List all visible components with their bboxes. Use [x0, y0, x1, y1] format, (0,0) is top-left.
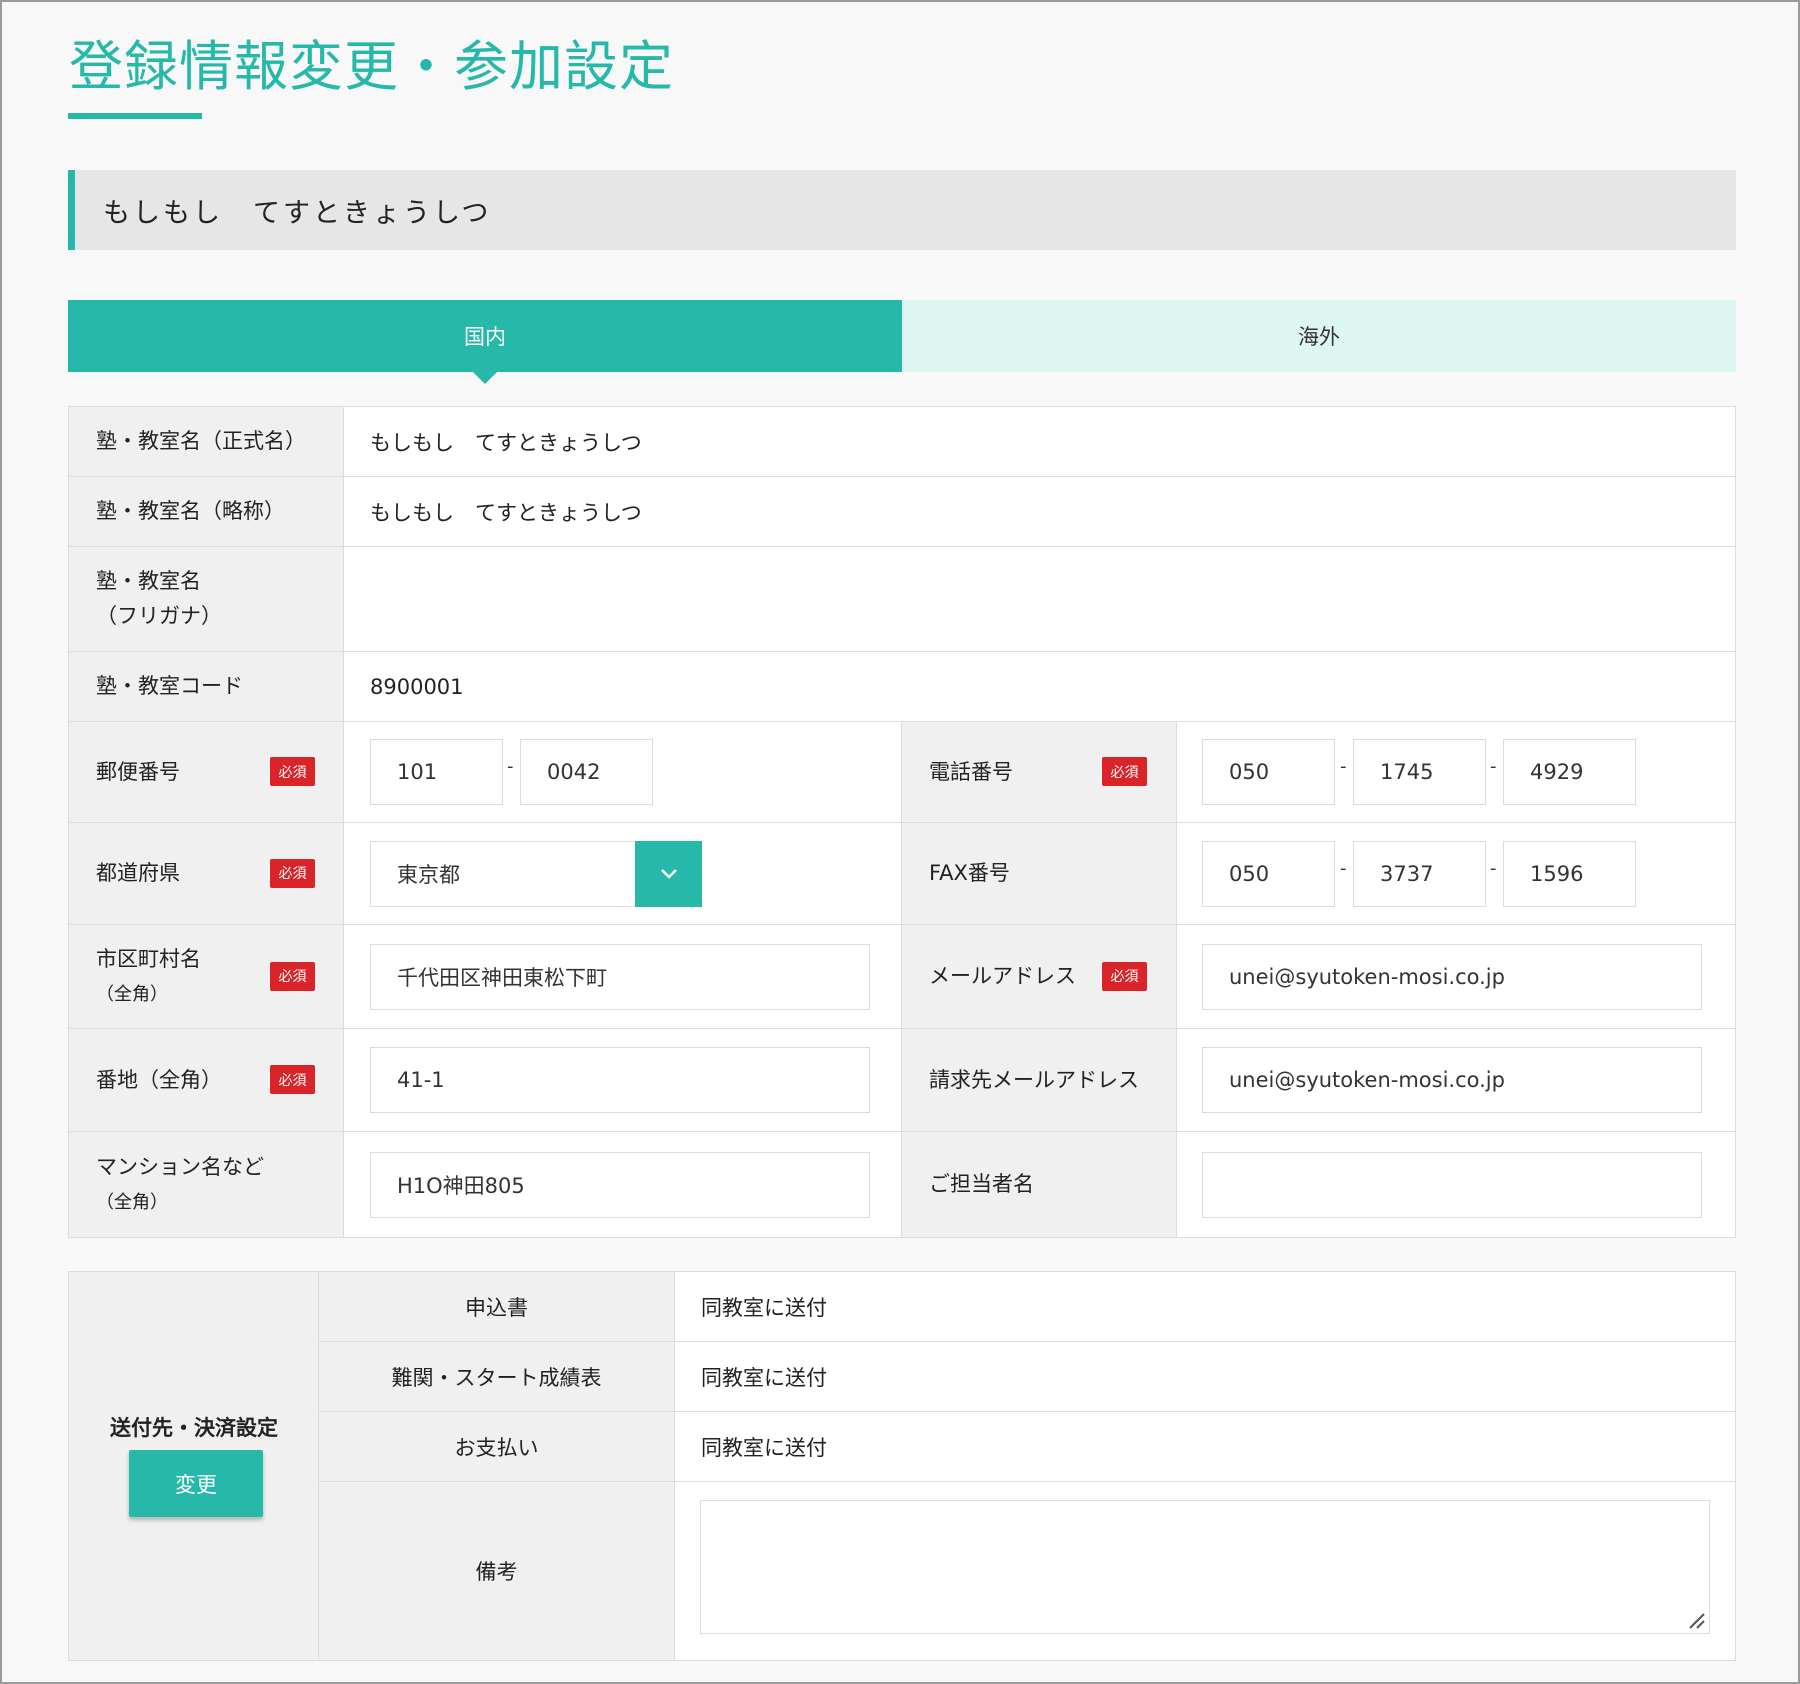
- required-badge: 必須: [270, 961, 315, 991]
- settings-row-payment: お支払い 同教室に送付: [319, 1412, 1735, 1482]
- row-city-email: 市区町村名 （全角） 必須 千代田区神田東松下町 メールアドレス 必須 unei…: [69, 925, 1735, 1029]
- label-building: マンション名など （全角）: [69, 1132, 344, 1237]
- row-official-name: 塾・教室名（正式名） もしもし てすときょうしつ: [69, 407, 1735, 477]
- label-text: 塾・教室コード: [96, 674, 243, 698]
- label-text: 市区町村名 （全角）: [96, 942, 201, 1012]
- memo-textarea[interactable]: [700, 1500, 1710, 1634]
- email-input[interactable]: unei@syutoken-mosi.co.jp: [1202, 943, 1702, 1010]
- label-text: 電話番号: [929, 759, 1013, 784]
- phone-part1-input[interactable]: 050: [1202, 739, 1335, 805]
- label-text: メールアドレス: [929, 964, 1076, 988]
- registration-info-table: 塾・教室名（正式名） もしもし てすときょうしつ 塾・教室名（略称） もしもし …: [68, 406, 1736, 1238]
- delivery-payment-settings: 送付先・決済設定 変更 申込書 同教室に送付 難関・スタート成績表 同教室に送付…: [68, 1271, 1736, 1661]
- dash: -: [1490, 756, 1497, 777]
- label-line1: 塾・教室名: [96, 569, 201, 593]
- fax-part1-input[interactable]: 050: [1202, 840, 1335, 907]
- label-line1: マンション名など: [96, 1154, 264, 1179]
- page: 登録情報変更・参加設定 もしもし てすときょうしつ 国内 海外 塾・教室名（正式…: [2, 2, 1798, 1682]
- resize-handle-icon[interactable]: [1686, 1610, 1706, 1630]
- label-text: 郵便番号: [96, 759, 180, 784]
- memo-label: 備考: [319, 1482, 675, 1660]
- prefecture-select[interactable]: 東京都: [370, 840, 636, 907]
- settings-title: 送付先・決済設定: [110, 1416, 278, 1440]
- page-title: 登録情報変更・参加設定: [69, 35, 674, 98]
- value-official-name: もしもし てすときょうしつ: [370, 430, 642, 455]
- row-postal-phone: 郵便番号 必須 101 - 0042 電話番号 必須 050 - 1745 - …: [69, 722, 1735, 823]
- label-furigana: 塾・教室名 （フリガナ）: [69, 547, 344, 651]
- settings-value: 同教室に送付: [701, 1295, 827, 1320]
- required-badge: 必須: [270, 1065, 315, 1094]
- label-code: 塾・教室コード: [69, 652, 344, 721]
- label-text: 都道府県: [96, 861, 180, 885]
- required-badge: 必須: [1102, 961, 1147, 991]
- settings-value: 同教室に送付: [701, 1435, 827, 1460]
- required-badge: 必須: [270, 757, 315, 786]
- label-billing-email: 請求先メールアドレス: [902, 1029, 1177, 1131]
- change-button[interactable]: 変更: [129, 1450, 263, 1517]
- label-text: 請求先メールアドレス: [929, 1067, 1139, 1092]
- dash: -: [1340, 756, 1347, 777]
- school-name-text: もしもし てすときょうしつ: [103, 197, 492, 229]
- city-input[interactable]: 千代田区神田東松下町: [370, 943, 870, 1010]
- postal-code-part1-input[interactable]: 101: [370, 739, 503, 805]
- label-official-name: 塾・教室名（正式名）: [69, 407, 344, 476]
- label-fax: FAX番号: [902, 823, 1177, 924]
- settings-label: 難関・スタート成績表: [319, 1342, 675, 1411]
- postal-code-part2-input[interactable]: 0042: [520, 739, 653, 805]
- settings-row-report: 難関・スタート成績表 同教室に送付: [319, 1342, 1735, 1412]
- settings-row-application: 申込書 同教室に送付: [319, 1272, 1735, 1342]
- required-badge: 必須: [1102, 757, 1147, 786]
- required-badge: 必須: [270, 858, 315, 888]
- row-code: 塾・教室コード 8900001: [69, 652, 1735, 722]
- dash: -: [507, 756, 514, 777]
- row-short-name: 塾・教室名（略称） もしもし てすときょうしつ: [69, 477, 1735, 547]
- label-text: 塾・教室名 （フリガナ）: [96, 564, 222, 634]
- settings-label: お支払い: [319, 1412, 675, 1481]
- dash: -: [1490, 857, 1497, 879]
- label-line2: （全角）: [96, 1191, 168, 1213]
- settings-label: 申込書: [319, 1272, 675, 1341]
- phone-part3-input[interactable]: 4929: [1503, 739, 1636, 805]
- row-prefecture-fax: 都道府県 必須 東京都 FAX番号 050 - 3737 - 1596: [69, 823, 1735, 925]
- label-short-name: 塾・教室名（略称）: [69, 477, 344, 546]
- settings-value: 同教室に送付: [701, 1365, 827, 1390]
- label-text: FAX番号: [929, 861, 1010, 885]
- value-code: 8900001: [370, 674, 464, 699]
- chevron-down-icon[interactable]: [635, 840, 702, 907]
- row-address-billing: 番地（全角） 必須 41-1 請求先メールアドレス unei@syutoken-…: [69, 1029, 1735, 1132]
- settings-row-memo: 備考: [319, 1482, 1735, 1660]
- label-line2: （全角）: [96, 983, 168, 1005]
- phone-part2-input[interactable]: 1745: [1353, 739, 1486, 805]
- billing-email-input[interactable]: unei@syutoken-mosi.co.jp: [1202, 1047, 1702, 1113]
- label-text: 番地（全角）: [96, 1067, 222, 1092]
- label-line1: 市区町村名: [96, 946, 201, 971]
- label-text: 塾・教室名（正式名）: [96, 429, 306, 453]
- tab-domestic[interactable]: 国内: [68, 300, 902, 384]
- region-tabs: 国内 海外: [68, 300, 1736, 384]
- fax-part2-input[interactable]: 3737: [1353, 840, 1486, 907]
- building-input[interactable]: H1O神田805: [370, 1151, 870, 1218]
- address-input[interactable]: 41-1: [370, 1047, 870, 1113]
- row-building-contact: マンション名など （全角） H1O神田805 ご担当者名: [69, 1132, 1735, 1237]
- label-text: ご担当者名: [929, 1172, 1034, 1196]
- title-underline: [68, 113, 202, 119]
- fax-part3-input[interactable]: 1596: [1503, 840, 1636, 907]
- dash: -: [1340, 857, 1347, 879]
- label-text: 塾・教室名（略称）: [96, 499, 285, 523]
- label-contact: ご担当者名: [902, 1132, 1177, 1237]
- label-text: マンション名など （全角）: [96, 1150, 264, 1220]
- school-name-header: もしもし てすときょうしつ: [68, 170, 1736, 250]
- row-furigana: 塾・教室名 （フリガナ）: [69, 547, 1735, 652]
- tab-overseas[interactable]: 海外: [902, 300, 1736, 372]
- settings-header-cell: 送付先・決済設定 変更: [69, 1272, 319, 1660]
- contact-name-input[interactable]: [1202, 1151, 1702, 1218]
- label-line2: （フリガナ）: [96, 604, 222, 628]
- value-short-name: もしもし てすときょうしつ: [370, 500, 642, 525]
